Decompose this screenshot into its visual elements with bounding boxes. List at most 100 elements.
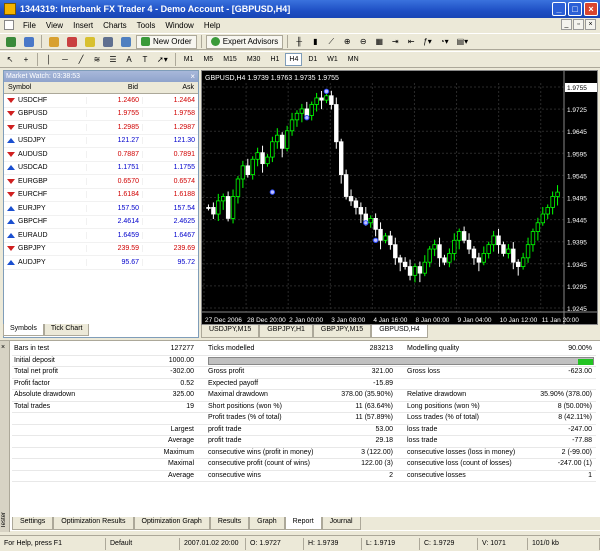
- chart-shift-button[interactable]: ⇤: [404, 35, 418, 49]
- market-watch-row[interactable]: GBPCHF 2.4614 2.4625: [4, 216, 198, 229]
- data-window-icon: [67, 36, 77, 47]
- vertical-line-button[interactable]: │: [42, 53, 56, 67]
- data-window-button[interactable]: [64, 35, 80, 49]
- close-button[interactable]: ×: [584, 2, 598, 16]
- line-chart-button[interactable]: ⟋: [324, 35, 338, 49]
- mdi-minimize-button[interactable]: _: [561, 19, 572, 30]
- arrows-button[interactable]: ➚▾: [154, 53, 171, 67]
- tf-m30[interactable]: M30: [243, 53, 265, 66]
- tile-windows-button[interactable]: ▦: [372, 35, 386, 49]
- menu-charts[interactable]: Charts: [98, 21, 132, 30]
- terminal-button[interactable]: [100, 35, 116, 49]
- market-watch-row[interactable]: USDCAD 1.1751 1.1755: [4, 162, 198, 175]
- symbol-name: EURCHF: [18, 191, 48, 199]
- expert-advisors-button[interactable]: Expert Advisors: [205, 34, 284, 49]
- new-order-button[interactable]: New Order: [136, 34, 197, 49]
- mdi-close-button[interactable]: ×: [585, 19, 596, 30]
- menu-help[interactable]: Help: [199, 21, 225, 30]
- chart-tab-gbpjpy-m15[interactable]: GBPJPY,M15: [312, 325, 372, 338]
- profiles-button[interactable]: [21, 35, 37, 49]
- tf-h1[interactable]: H1: [266, 53, 283, 66]
- maximize-button[interactable]: □: [568, 2, 582, 16]
- market-watch-row[interactable]: EURJPY 157.50 157.54: [4, 202, 198, 216]
- tf-w1[interactable]: W1: [323, 53, 342, 66]
- trendline-button[interactable]: ╱: [74, 53, 88, 67]
- tf-m5[interactable]: M5: [199, 53, 217, 66]
- menu-view[interactable]: View: [41, 21, 68, 30]
- market-watch-row[interactable]: EURGBP 0.6570 0.6574: [4, 175, 198, 189]
- value-largest-loss-trade: -247.00: [568, 425, 592, 433]
- candle-body: [373, 217, 378, 230]
- chart-tab-gbpusd-h4[interactable]: GBPUSD,H4: [371, 325, 428, 338]
- channel-button[interactable]: ≋: [90, 53, 104, 67]
- periods-button[interactable]: ◔▾: [437, 35, 452, 49]
- minimize-button[interactable]: _: [552, 2, 566, 16]
- tf-h4[interactable]: H4: [285, 53, 303, 66]
- tf-d1[interactable]: D1: [304, 53, 321, 66]
- market-watch-row[interactable]: EURAUD 1.6459 1.6467: [4, 229, 198, 243]
- chart-tab-usdjpy-m15[interactable]: USDJPY,M15: [201, 325, 260, 338]
- tab-tick-chart[interactable]: Tick Chart: [43, 324, 90, 336]
- date-label: 4 Jan 16:00: [373, 317, 407, 324]
- col-ask[interactable]: Ask: [142, 84, 198, 91]
- col-symbol[interactable]: Symbol: [4, 84, 86, 91]
- fibonacci-button[interactable]: ☰: [106, 53, 120, 67]
- autoscroll-button[interactable]: ⇥: [388, 35, 402, 49]
- tf-mn[interactable]: MN: [344, 53, 363, 66]
- tester-close-icon[interactable]: ×: [1, 344, 5, 351]
- menu-tools[interactable]: Tools: [132, 21, 161, 30]
- label-average-consecutive-wins: consecutive wins: [208, 471, 261, 479]
- text-button[interactable]: A: [122, 53, 136, 67]
- tester-tab-optimization-graph[interactable]: Optimization Graph: [133, 517, 210, 530]
- tester-tab-optimization-results[interactable]: Optimization Results: [53, 517, 134, 530]
- crosshair-button[interactable]: +: [19, 53, 33, 67]
- market-watch-close-icon[interactable]: ×: [190, 72, 198, 81]
- text-label-button[interactable]: T: [138, 53, 152, 67]
- bar-chart-button[interactable]: ╫: [292, 35, 306, 49]
- menu-window[interactable]: Window: [160, 21, 198, 30]
- col-bid[interactable]: Bid: [86, 84, 142, 91]
- tester-tab-report[interactable]: Report: [284, 517, 322, 530]
- tf-m1[interactable]: M1: [180, 53, 198, 66]
- price-chart[interactable]: GBPUSD,H4 1.9739 1.9763 1.9735 1.9755 1.9…: [201, 70, 598, 325]
- chart-tab-gbpjpy-h1[interactable]: GBPJPY,H1: [259, 325, 313, 338]
- candle-body: [314, 97, 319, 105]
- tester-tab-results[interactable]: Results: [209, 517, 250, 530]
- market-watch-row[interactable]: GBPUSD 1.9755 1.9758: [4, 108, 198, 121]
- candlestick-button[interactable]: ▮: [308, 35, 322, 49]
- market-watch-row[interactable]: GBPJPY 239.59 239.69: [4, 243, 198, 256]
- market-watch-row[interactable]: AUDJPY 95.67 95.72: [4, 256, 198, 270]
- market-watch-row[interactable]: AUDUSD 0.7887 0.7891: [4, 148, 198, 162]
- market-watch-row[interactable]: USDJPY 121.27 121.30: [4, 135, 198, 148]
- market-watch-row[interactable]: EURUSD 1.2985 1.2987: [4, 121, 198, 135]
- cursor-button[interactable]: ↖: [3, 53, 17, 67]
- indicators-button[interactable]: ƒ▾: [420, 35, 434, 49]
- tester-tab-settings[interactable]: Settings: [12, 517, 54, 530]
- indicators-icon: ƒ▾: [423, 37, 432, 46]
- status-open: O: 1.9727: [246, 537, 304, 550]
- templates-button[interactable]: ▤▾: [454, 35, 472, 49]
- market-watch-row[interactable]: EURCHF 1.6184 1.6188: [4, 189, 198, 202]
- tf-m15[interactable]: M15: [219, 53, 241, 66]
- tester-tab-journal[interactable]: Journal: [321, 517, 361, 530]
- zoom-in-button[interactable]: ⊕: [340, 35, 354, 49]
- menu-insert[interactable]: Insert: [68, 21, 98, 30]
- navigator-button[interactable]: [82, 35, 98, 49]
- tester-tab-graph[interactable]: Graph: [249, 517, 285, 530]
- candle-body: [358, 207, 364, 215]
- text-label-icon: T: [142, 55, 148, 64]
- menu-file[interactable]: File: [18, 21, 41, 30]
- date-label: 11 Jan 20:00: [542, 317, 579, 324]
- tester-button[interactable]: [118, 35, 134, 49]
- trade-marker: [372, 237, 379, 244]
- document-icon[interactable]: [4, 20, 14, 30]
- horizontal-line-button[interactable]: ─: [58, 53, 72, 67]
- label-maximal-drawdown: Maximal drawdown: [208, 391, 268, 398]
- status-volume: V: 1071: [478, 537, 528, 550]
- market-watch-button[interactable]: [46, 35, 62, 49]
- market-watch-row[interactable]: USDCHF 1.2460 1.2464: [4, 94, 198, 108]
- tab-symbols[interactable]: Symbols: [3, 324, 44, 336]
- mdi-restore-button[interactable]: ▫: [573, 19, 584, 30]
- new-chart-button[interactable]: [3, 35, 19, 49]
- zoom-out-button[interactable]: ⊖: [356, 35, 370, 49]
